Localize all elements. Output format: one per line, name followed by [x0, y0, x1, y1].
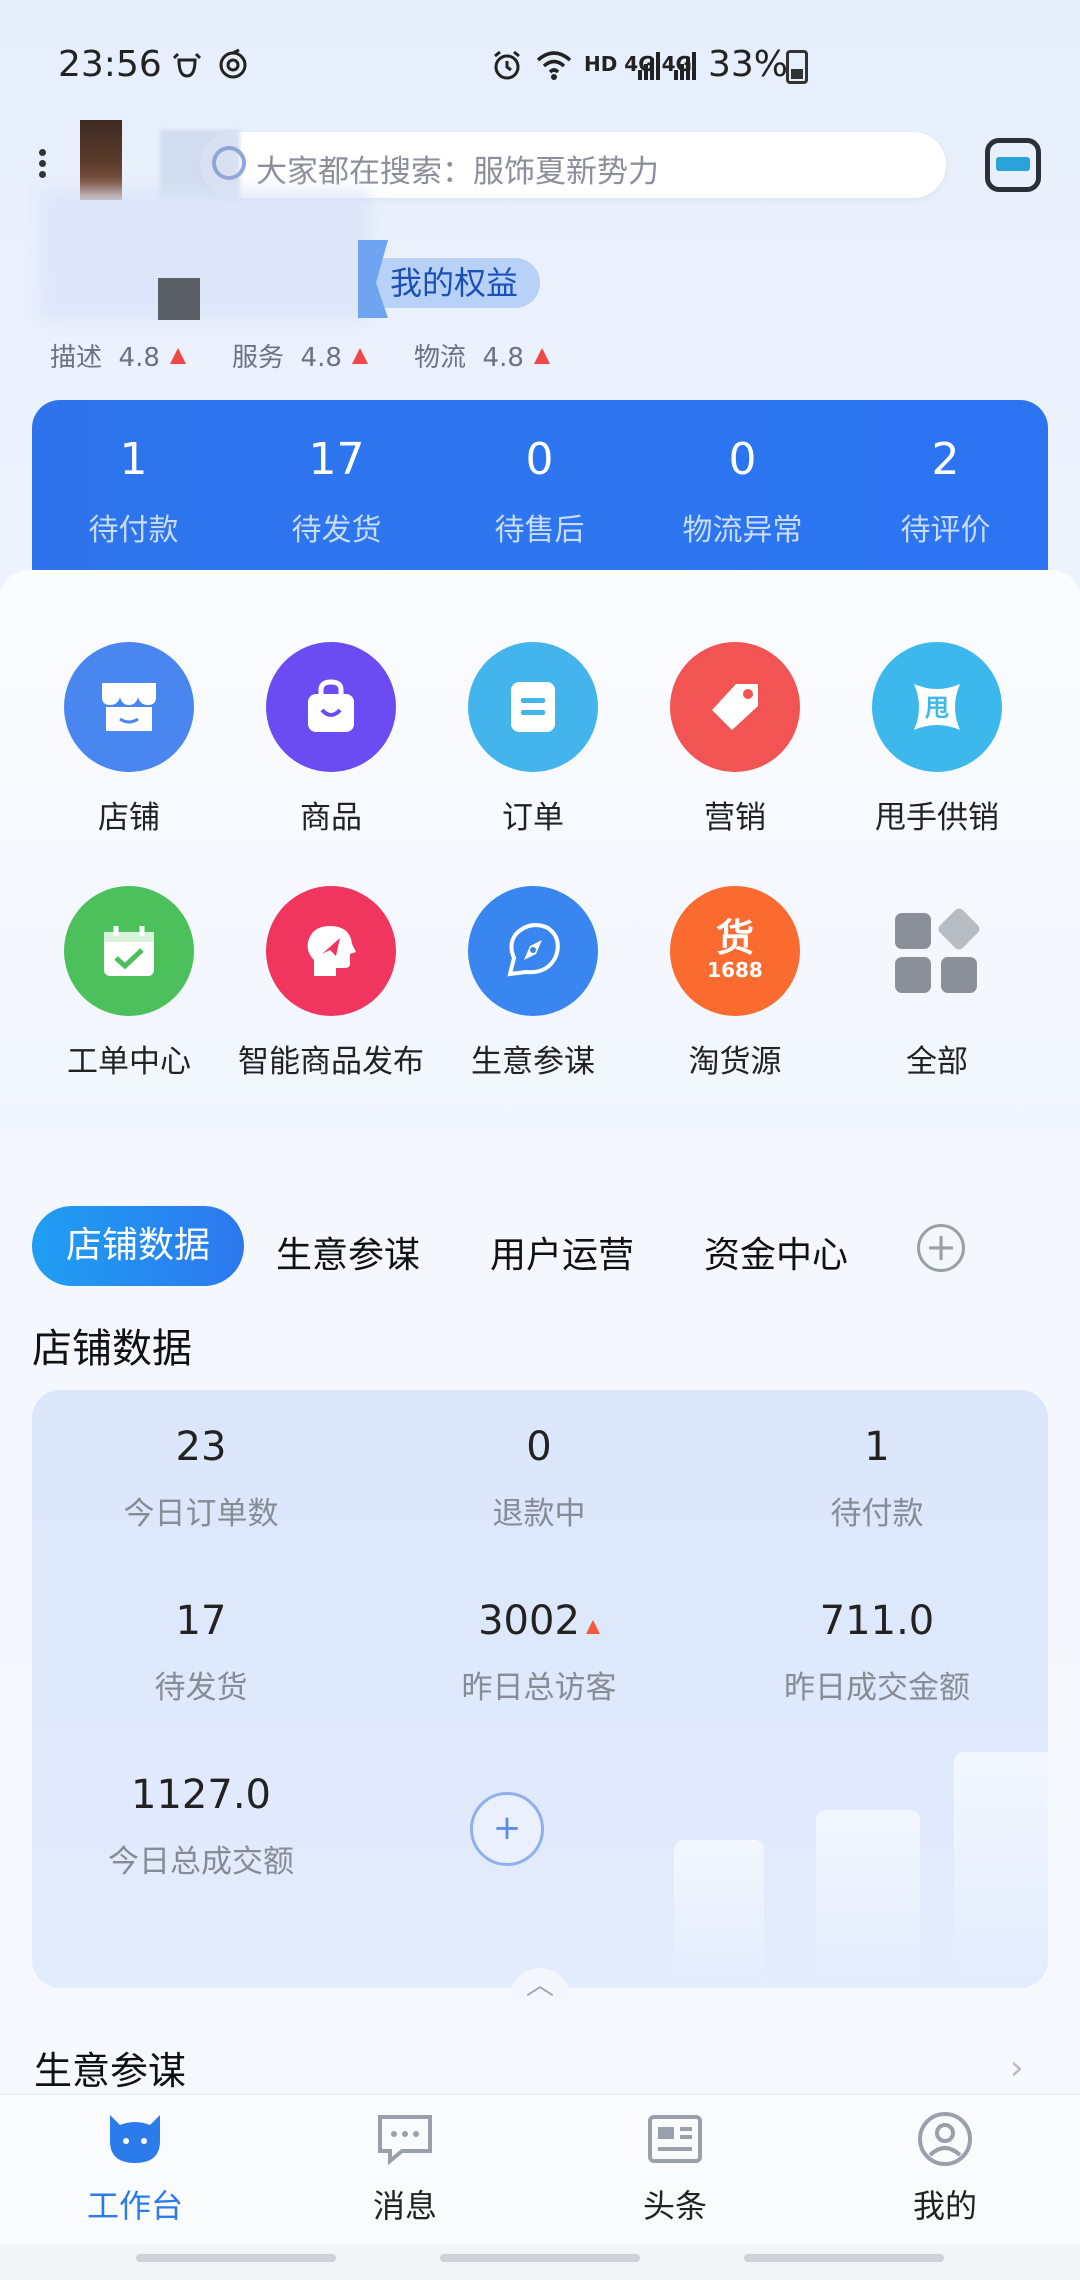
alarm-app-icon	[170, 48, 204, 90]
status-bar: 23:56 HD 4G 4G 33%	[0, 0, 1080, 130]
nav-headlines[interactable]: 头条	[540, 2111, 810, 2227]
rating-service: 服务 4.8	[232, 337, 368, 374]
grid-item-supply[interactable]: 甩 甩手供销	[852, 642, 1022, 842]
svg-text:甩: 甩	[925, 694, 949, 722]
store-icon	[64, 642, 194, 772]
profile-icon	[914, 2111, 976, 2167]
stat-pending-shipment[interactable]: 17 待发货	[32, 1598, 370, 1707]
stat-yesterday-visitors[interactable]: 3002 昨日总访客	[370, 1598, 708, 1707]
shopping-bag-icon	[266, 642, 396, 772]
order-doc-icon	[468, 642, 598, 772]
all-apps-icon	[872, 886, 1002, 1016]
svg-text:货: 货	[716, 916, 754, 960]
price-tag-icon	[670, 642, 800, 772]
grid-item-business-advisor[interactable]: 生意参谋	[448, 886, 618, 1086]
search-icon	[212, 146, 246, 180]
source-1688-icon: 货 1688	[670, 886, 800, 1016]
grid-item-sourcing[interactable]: 货 1688 淘货源	[650, 886, 820, 1086]
trend-up-icon	[585, 1620, 600, 1634]
shop-name-blurred	[40, 190, 370, 320]
stat-today-total[interactable]: 1127.0 今日总成交额	[32, 1772, 370, 1881]
bottom-nav: 工作台 消息 头条 我的	[0, 2094, 1080, 2244]
wifi-icon	[534, 48, 574, 90]
tab-shop-data[interactable]: 店铺数据	[32, 1206, 244, 1286]
tab-business-advisor[interactable]: 生意参谋	[276, 1226, 420, 1278]
sync-icon	[216, 48, 250, 90]
order-after-sales[interactable]: 0 待售后	[438, 400, 641, 570]
section-title: 店铺数据	[32, 1326, 192, 1372]
deco-bar	[816, 1810, 920, 1988]
my-rights-button[interactable]: 我的权益	[360, 258, 541, 308]
news-icon	[644, 2111, 706, 2167]
gesture-bar[interactable]	[136, 2254, 336, 2262]
svg-text:1688: 1688	[707, 958, 763, 982]
function-grid: 店铺 商品 订单 营销 甩 甩手供销 工单中心 智能商品发布 生意参谋 货 16…	[0, 570, 1080, 1130]
rating-description: 描述 4.8	[50, 337, 186, 374]
stat-today-orders[interactable]: 23 今日订单数	[32, 1424, 370, 1533]
battery-percent: 33%	[708, 44, 789, 85]
scan-icon[interactable]	[985, 138, 1041, 192]
stat-pending-payment[interactable]: 1 待付款	[708, 1424, 1046, 1533]
supply-icon: 甩	[872, 642, 1002, 772]
tab-fund-center[interactable]: 资金中心	[704, 1226, 848, 1278]
status-time: 23:56	[58, 44, 162, 85]
gesture-bar[interactable]	[744, 2254, 944, 2262]
stat-refunding[interactable]: 0 退款中	[370, 1424, 708, 1533]
deco-bar	[954, 1752, 1048, 1988]
order-pending-payment[interactable]: 1 待付款	[32, 400, 235, 570]
grid-item-all[interactable]: 全部	[852, 886, 1022, 1086]
stat-yesterday-amount[interactable]: 711.0 昨日成交金额	[708, 1598, 1046, 1707]
grid-item-marketing[interactable]: 营销	[650, 642, 820, 842]
signal-icon	[636, 46, 706, 86]
nav-profile[interactable]: 我的	[810, 2111, 1080, 2227]
nav-messages[interactable]: 消息	[270, 2111, 540, 2227]
order-status-banner: 1 待付款 17 待发货 0 待售后 0 物流异常 2 待评价	[32, 400, 1048, 580]
search-placeholder: 大家都在搜索：服饰夏新势力	[256, 154, 659, 190]
chevron-right-icon[interactable]: ›	[1010, 2048, 1024, 2088]
calendar-check-icon	[64, 886, 194, 1016]
shop-avatar[interactable]	[80, 120, 122, 200]
add-stat-icon[interactable]: +	[470, 1792, 544, 1866]
tab-user-operations[interactable]: 用户运营	[490, 1226, 634, 1278]
ai-publish-icon	[266, 886, 396, 1016]
more-menu-icon[interactable]	[34, 145, 50, 185]
shop-logo	[158, 278, 200, 320]
rating-logistics: 物流 4.8	[414, 337, 550, 374]
deco-bar	[674, 1840, 764, 1988]
workbench-icon	[104, 2111, 166, 2167]
grid-item-orders[interactable]: 订单	[448, 642, 618, 842]
gesture-bar[interactable]	[440, 2254, 640, 2262]
grid-item-products[interactable]: 商品	[246, 642, 416, 842]
alarm-clock-icon	[490, 48, 524, 90]
system-nav-bar	[0, 2244, 1080, 2280]
add-tab-icon[interactable]: +	[917, 1224, 965, 1272]
battery-icon	[786, 50, 808, 84]
grid-item-ai-publish[interactable]: 智能商品发布	[238, 886, 424, 1086]
business-advisor-title: 生意参谋	[34, 2049, 187, 2093]
grid-item-workorder[interactable]: 工单中心	[44, 886, 214, 1086]
compass-icon	[468, 886, 598, 1016]
nav-workbench[interactable]: 工作台	[0, 2111, 270, 2227]
order-logistics-exception[interactable]: 0 物流异常	[641, 400, 844, 570]
order-pending-review[interactable]: 2 待评价	[844, 400, 1047, 570]
grid-item-store[interactable]: 店铺	[44, 642, 214, 842]
message-icon	[374, 2111, 436, 2167]
order-pending-shipment[interactable]: 17 待发货	[235, 400, 438, 570]
